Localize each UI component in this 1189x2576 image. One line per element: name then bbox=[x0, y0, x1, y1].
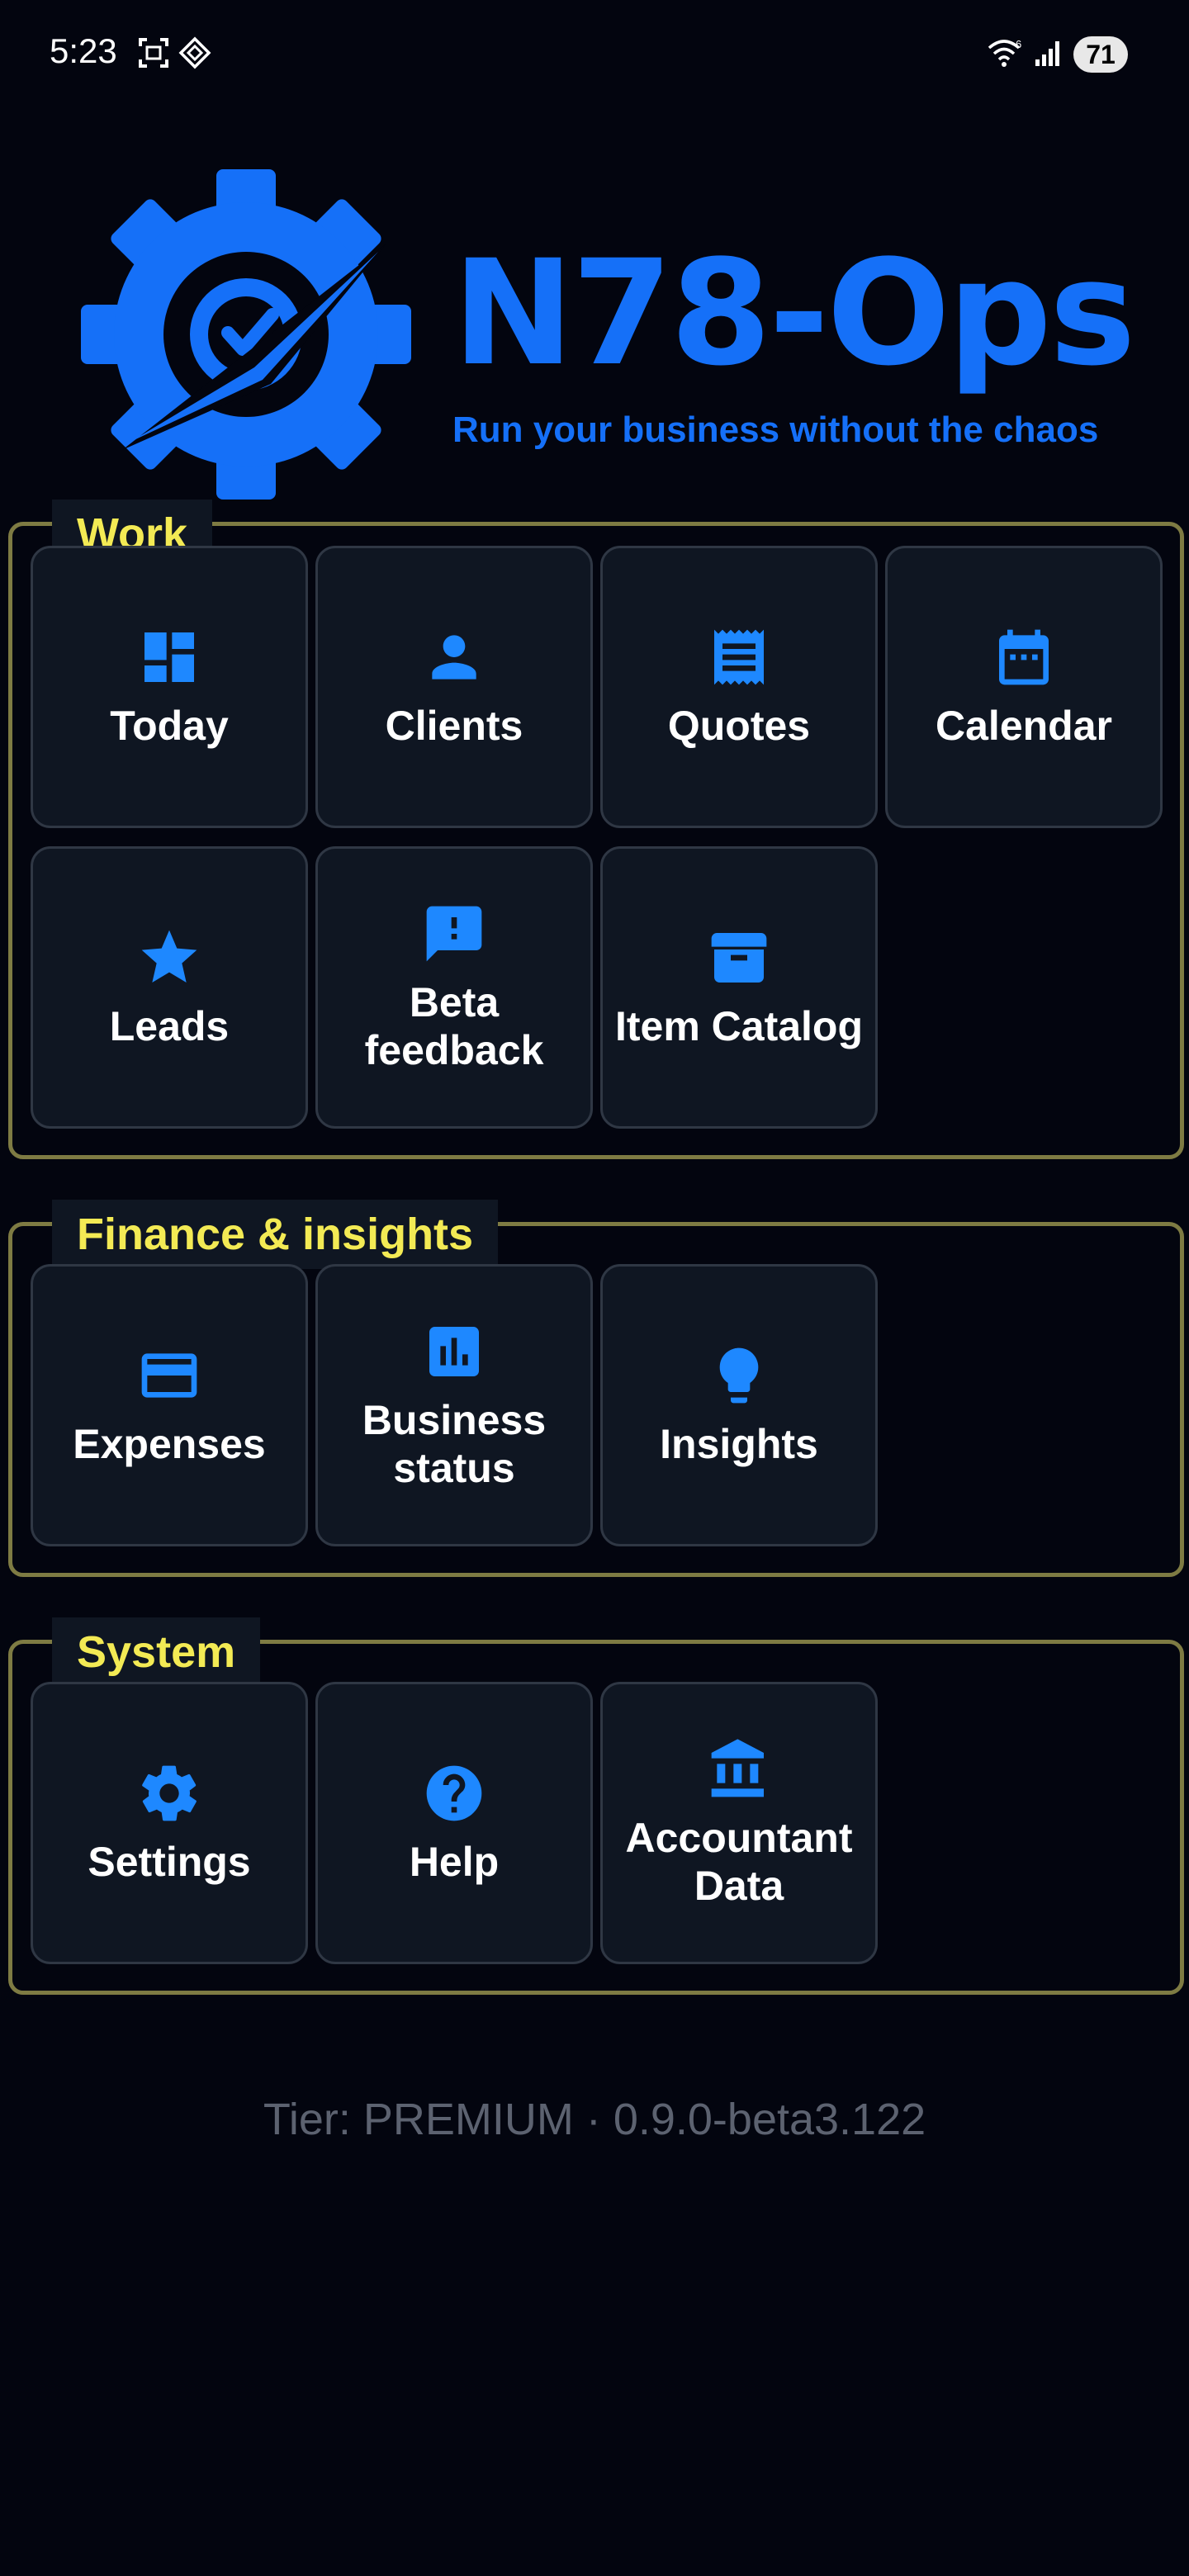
tile-expenses[interactable]: Expenses bbox=[31, 1264, 308, 1546]
tile-label: Beta feedback bbox=[364, 979, 544, 1073]
wifi-icon: 6 bbox=[988, 38, 1021, 67]
credit-card-icon bbox=[141, 1353, 197, 1398]
calendar-icon bbox=[999, 629, 1049, 685]
tile-accountant-data[interactable]: Accountant Data bbox=[600, 1682, 878, 1964]
tile-clients[interactable]: Clients bbox=[315, 546, 593, 828]
tile-today[interactable]: Today bbox=[31, 546, 308, 828]
bank-icon bbox=[711, 1739, 764, 1797]
tile-insights[interactable]: Insights bbox=[600, 1264, 878, 1546]
signal-icon bbox=[1035, 41, 1059, 66]
tile-beta-feedback[interactable]: Beta feedback bbox=[315, 846, 593, 1129]
section-system: System Settings Help Accountant Data bbox=[8, 1617, 1184, 1995]
tile-settings[interactable]: Settings bbox=[31, 1682, 308, 1964]
logo-gear-icon bbox=[81, 169, 411, 500]
tile-label: Quotes bbox=[667, 703, 811, 749]
bar-chart-icon bbox=[429, 1327, 479, 1376]
tile-label: Clients bbox=[385, 703, 523, 749]
status-bar: 5:23 6 71 bbox=[0, 0, 1189, 107]
tile-item-catalog[interactable]: Item Catalog bbox=[600, 846, 878, 1129]
tile-label: Expenses bbox=[73, 1421, 266, 1467]
app-title: N78-Ops bbox=[452, 229, 1136, 398]
tile-label: Accountant Data bbox=[625, 1815, 853, 1909]
section-label-finance: Finance & insights bbox=[52, 1200, 499, 1269]
tile-label: Business status bbox=[362, 1397, 547, 1491]
tile-label: Item Catalog bbox=[614, 1003, 864, 1049]
tile-label: Insights bbox=[660, 1421, 818, 1467]
tile-label: Leads bbox=[109, 1003, 230, 1049]
gear-icon bbox=[142, 1765, 197, 1821]
archive-icon bbox=[711, 933, 767, 983]
help-icon bbox=[426, 1765, 482, 1821]
tile-label: Calendar bbox=[936, 703, 1112, 749]
svg-text:6: 6 bbox=[1016, 38, 1021, 50]
screenshot-icon bbox=[139, 38, 168, 68]
tile-leads[interactable]: Leads bbox=[31, 846, 308, 1129]
section-label-system: System bbox=[52, 1617, 261, 1687]
status-time: 5:23 bbox=[50, 31, 117, 70]
receipt-icon bbox=[714, 629, 764, 685]
tile-help[interactable]: Help bbox=[315, 1682, 593, 1964]
lightbulb-icon bbox=[719, 1347, 759, 1404]
section-work: Work Today Clients Quotes Calendar Leads… bbox=[8, 500, 1184, 1159]
tile-label: Settings bbox=[88, 1839, 251, 1885]
version-footer: Tier: PREMIUM · 0.9.0-beta3.122 bbox=[263, 2095, 926, 2144]
tile-business-status[interactable]: Business status bbox=[315, 1264, 593, 1546]
tile-label: Today bbox=[110, 703, 229, 749]
person-icon bbox=[432, 635, 476, 680]
star-icon bbox=[141, 930, 197, 983]
tile-quotes[interactable]: Quotes bbox=[600, 546, 878, 828]
app-tagline: Run your business without the chaos bbox=[452, 410, 1099, 450]
section-finance: Finance & insights Expenses Business sta… bbox=[8, 1200, 1184, 1577]
dashboard-icon bbox=[144, 632, 194, 682]
tile-label: Help bbox=[409, 1839, 500, 1885]
feedback-icon bbox=[426, 906, 482, 962]
tile-calendar[interactable]: Calendar bbox=[885, 546, 1163, 828]
diamond-icon bbox=[178, 36, 211, 69]
battery-icon: 71 bbox=[1073, 36, 1128, 73]
